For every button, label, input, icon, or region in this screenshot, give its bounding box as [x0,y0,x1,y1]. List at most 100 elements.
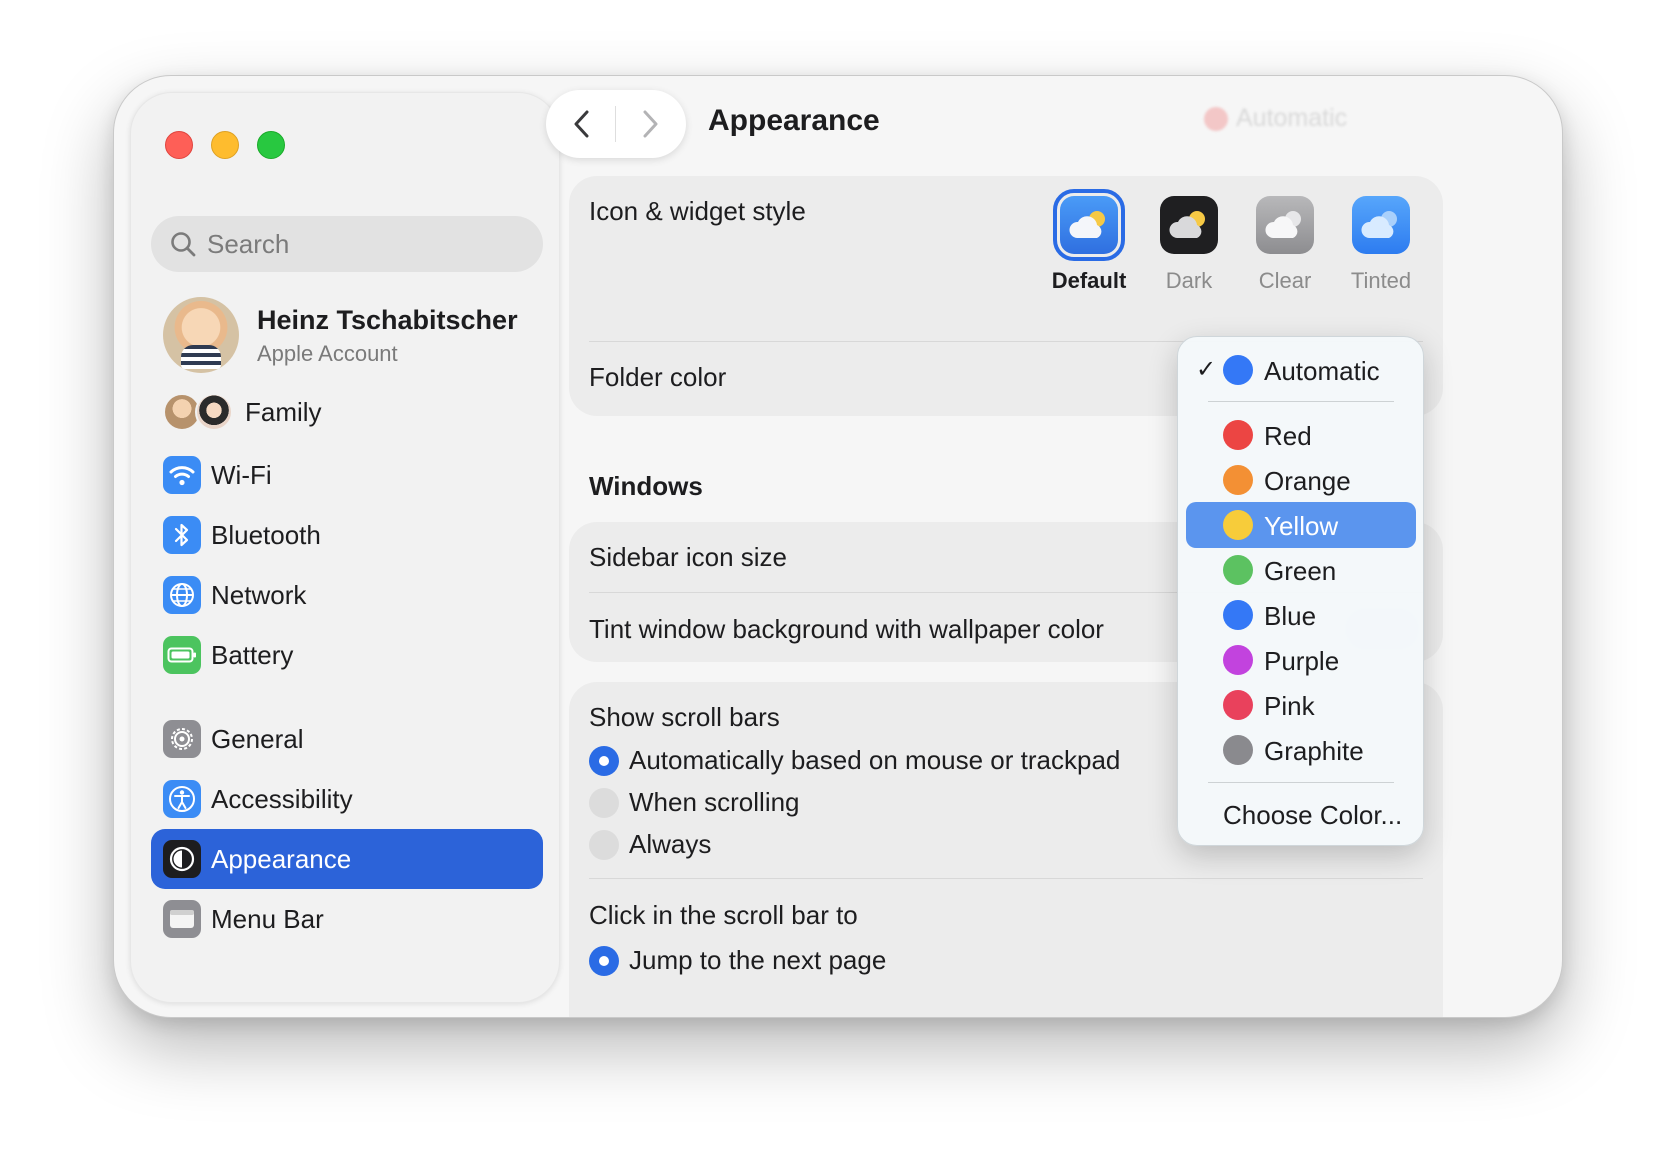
style-option-default[interactable]: Default [1041,189,1137,294]
menu-item-yellow[interactable]: Yellow [1186,502,1416,548]
radio-button[interactable] [589,946,619,976]
sidebar-item-accessibility[interactable]: Accessibility [151,769,543,829]
radio-label: When scrolling [629,787,800,817]
zoom-button[interactable] [257,131,285,159]
close-button[interactable] [165,131,193,159]
style-option-label: Tinted [1350,268,1412,293]
bluetooth-icon [163,516,201,554]
sidebar-item-battery[interactable]: Battery [151,625,543,685]
menu-separator [1208,782,1394,783]
sidebar-item-network[interactable]: Network [151,565,543,625]
globe-icon [163,576,201,614]
menu-item-label: Purple [1264,646,1340,676]
appearance-icon [163,840,201,878]
sidebar-item-label: Bluetooth [211,520,321,550]
popup-value: Automatic [1236,104,1348,132]
click-scroll-bar-label: Click in the scroll bar to [589,900,858,930]
menu-item-pink[interactable]: Pink [1186,682,1416,728]
choose-color-item[interactable]: Choose Color... [1223,800,1402,831]
sidebar-item-wifi[interactable]: Wi-Fi [151,445,543,505]
divider [615,106,616,142]
settings-window: Search Heinz Tschabitscher Apple Account… [113,75,1563,1018]
color-dot [1223,510,1253,540]
search-field[interactable]: Search [151,216,543,272]
menu-item-graphite[interactable]: Graphite [1186,727,1416,773]
forward-button[interactable] [636,108,664,140]
navigation-controls [546,90,686,158]
divider [589,878,1423,879]
accessibility-icon [163,780,201,818]
style-option-label: Clear [1258,268,1312,293]
menu-item-automatic[interactable]: ✓ Automatic [1186,347,1416,393]
battery-icon [163,636,201,674]
radio-label: Jump to the next page [629,945,887,975]
menu-item-label: Green [1264,556,1337,586]
search-icon [171,232,196,257]
color-dot [1223,645,1253,675]
menu-item-purple[interactable]: Purple [1186,637,1416,683]
menu-item-red[interactable]: Red [1186,412,1416,458]
menu-item-label: Graphite [1264,736,1364,766]
sidebar-item-bluetooth[interactable]: Bluetooth [151,505,543,565]
sidebar: Search Heinz Tschabitscher Apple Account… [130,92,560,1003]
sidebar-item-label: Appearance [211,844,352,874]
style-option-dark[interactable]: Dark [1141,196,1237,294]
menu-item-label: Blue [1264,601,1317,631]
weather-icon [1352,196,1410,254]
minimize-button[interactable] [211,131,239,159]
menubar-icon [163,900,201,938]
sidebar-item-general[interactable]: General [151,709,543,769]
menu-separator [1208,401,1394,402]
windows-section-title: Windows [589,471,703,501]
style-option-label: Dark [1165,268,1213,293]
wifi-icon [163,456,201,494]
radio-button[interactable] [589,830,619,860]
color-dot [1223,735,1253,765]
menu-item-label: Orange [1264,466,1351,496]
weather-icon [1256,196,1314,254]
folder-color-label: Folder color [589,362,727,392]
style-option-clear[interactable]: Clear [1237,196,1333,294]
family-avatar [195,393,233,431]
menu-item-label: Yellow [1264,511,1339,541]
sidebar-item-family[interactable]: Family [161,391,541,435]
weather-icon [1053,189,1125,261]
radio-label: Automatically based on mouse or trackpad [629,745,1121,775]
menu-item-label: Red [1264,421,1312,451]
folder-color-menu: ✓ Automatic Red Orange Yellow Green Blue… [1177,336,1424,846]
back-button[interactable] [568,108,596,140]
color-dot [1223,420,1253,450]
sidebar-item-menu-bar[interactable]: Menu Bar [151,889,543,949]
radio-button[interactable] [589,788,619,818]
style-option-label: Default [1051,268,1127,293]
color-dot [1223,355,1253,385]
style-option-tinted[interactable]: Tinted [1333,196,1429,294]
sidebar-item-label: Menu Bar [211,904,324,934]
sidebar-item-label: General [211,724,304,754]
show-scroll-bars-label: Show scroll bars [589,702,780,732]
sidebar-item-appearance[interactable]: Appearance [151,829,543,889]
search-placeholder: Search [207,228,290,259]
accent-popup-background: Automatic [1204,104,1347,133]
icon-widget-style-label: Icon & widget style [589,196,806,226]
sidebar-item-label: Accessibility [211,784,353,814]
sidebar-item-label: Battery [211,640,294,670]
gear-icon [163,720,201,758]
apple-account-row[interactable]: Heinz Tschabitscher Apple Account [163,297,543,377]
menu-item-green[interactable]: Green [1186,547,1416,593]
account-name: Heinz Tschabitscher [257,305,518,335]
tint-window-label: Tint window background with wallpaper co… [589,614,1104,644]
color-dot [1204,107,1228,132]
menu-item-orange[interactable]: Orange [1186,457,1416,503]
checkmark-icon: ✓ [1196,356,1217,383]
weather-icon [1160,196,1218,254]
color-dot [1223,555,1253,585]
sidebar-icon-size-label: Sidebar icon size [589,542,787,572]
menu-item-blue[interactable]: Blue [1186,592,1416,638]
color-dot [1223,465,1253,495]
sidebar-item-label: Family [245,397,322,427]
account-subtitle: Apple Account [257,341,398,366]
color-dot [1223,690,1253,720]
radio-button[interactable] [589,746,619,776]
radio-label: Always [629,829,712,859]
